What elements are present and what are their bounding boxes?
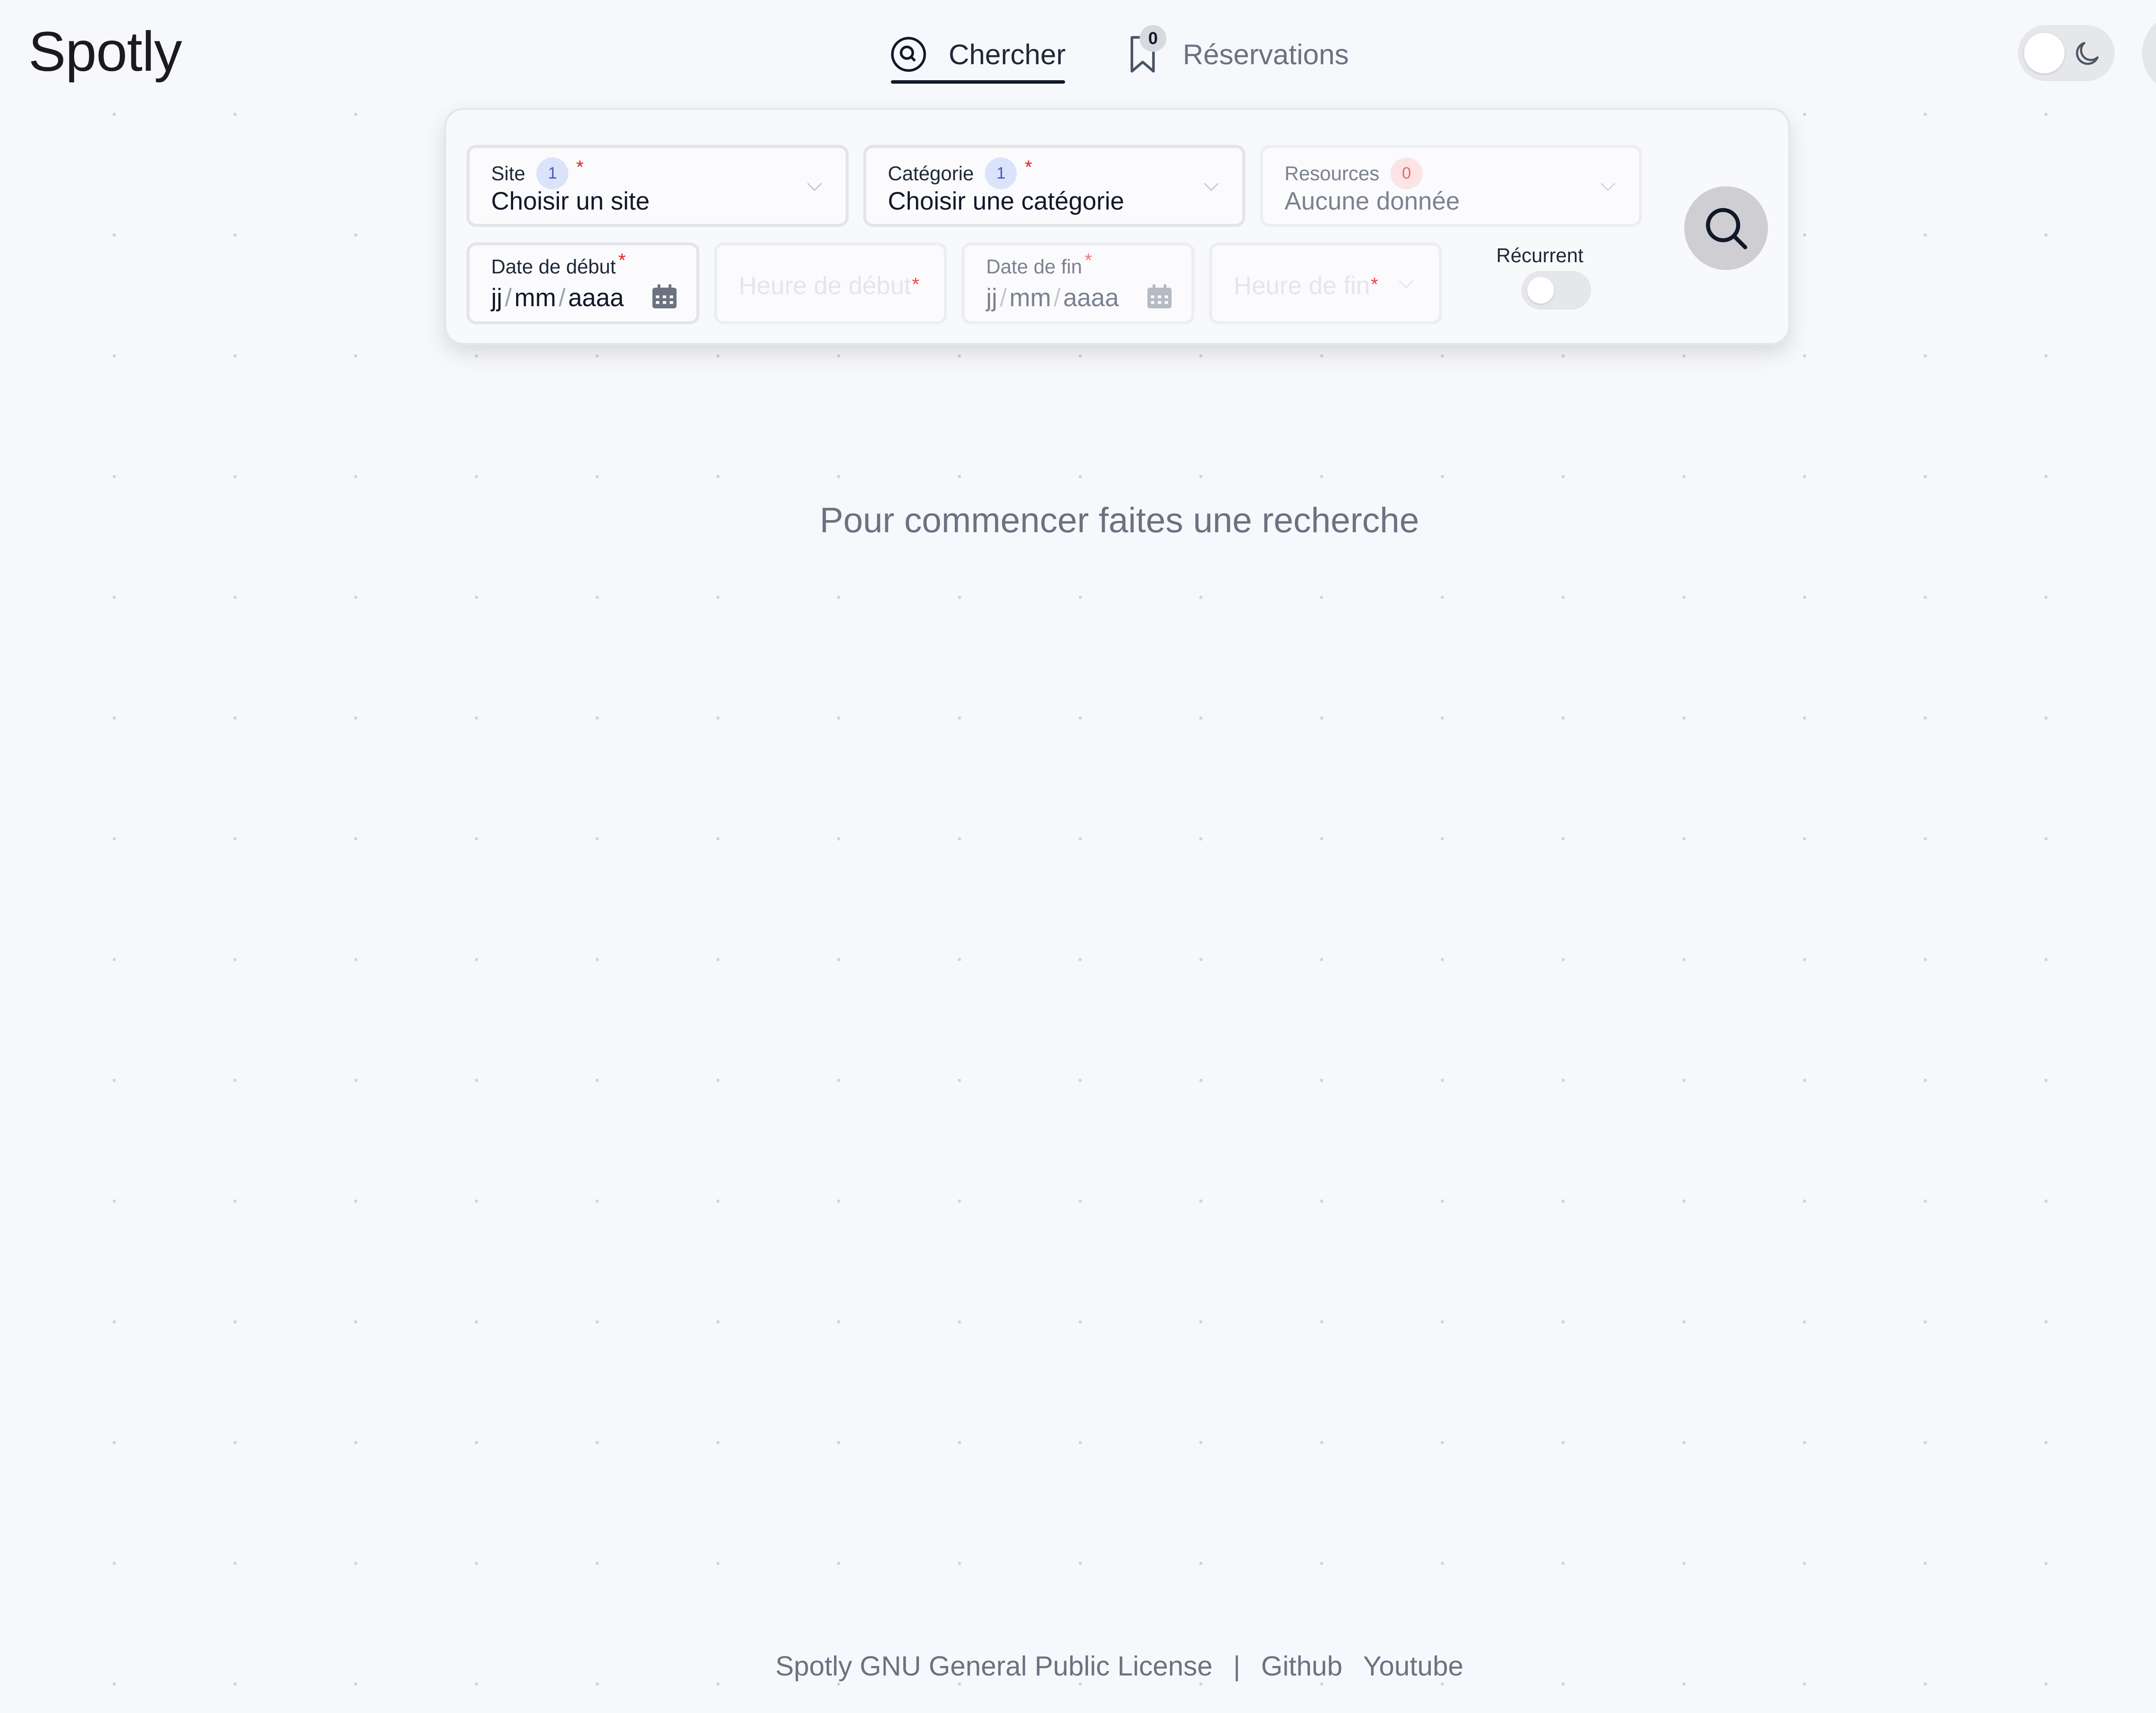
end-date-label-row: Date de fin * <box>986 250 1092 278</box>
end-date-value: jj / mm / aaaa <box>986 283 1119 312</box>
end-time-placeholder-text: Heure de fin <box>1234 272 1370 300</box>
end-date-day: jj <box>986 284 997 312</box>
date-separator: / <box>1000 284 1007 312</box>
chevron-down-icon <box>1398 280 1414 289</box>
start-time-select[interactable]: Heure de début* <box>714 242 947 324</box>
site-count-badge: 1 <box>536 157 569 189</box>
resources-label-row: Resources 0 <box>1285 157 1423 189</box>
reservations-count-badge: 0 <box>1140 25 1166 52</box>
calendar-icon[interactable] <box>1146 282 1173 310</box>
start-time-placeholder: Heure de début* <box>739 271 919 300</box>
end-date-year: aaaa <box>1063 284 1119 312</box>
app-logo[interactable]: Spotly <box>28 19 182 84</box>
required-marker: * <box>576 157 584 178</box>
site-label: Site <box>491 162 526 185</box>
start-date-day: jj <box>491 284 502 312</box>
required-marker: * <box>1084 250 1092 271</box>
start-date-input[interactable]: Date de début * jj / mm / aaaa <box>467 242 699 324</box>
active-tab-indicator <box>891 80 1065 84</box>
resources-count-badge: 0 <box>1390 157 1423 189</box>
chevron-down-icon <box>1203 182 1219 191</box>
footer-link-github[interactable]: Github <box>1261 1650 1343 1682</box>
end-date-label: Date de fin <box>986 255 1082 278</box>
date-separator: / <box>505 284 512 312</box>
calendar-icon[interactable] <box>651 282 678 310</box>
at-search-icon <box>891 37 926 72</box>
search-button[interactable] <box>1684 186 1768 270</box>
start-date-label: Date de début <box>491 255 616 278</box>
required-marker: * <box>912 274 919 295</box>
theme-toggle-knob <box>2024 33 2065 73</box>
end-time-select[interactable]: Heure de fin* <box>1209 242 1442 324</box>
empty-state-message: Pour commencer faites une recherche <box>819 501 1420 540</box>
end-date-input[interactable]: Date de fin * jj / mm / aaaa <box>962 242 1194 324</box>
theme-toggle[interactable] <box>2018 25 2115 81</box>
recurrent-label: Récurrent <box>1496 244 1583 267</box>
category-count-badge: 1 <box>985 157 1017 189</box>
start-date-value: jj / mm / aaaa <box>491 283 624 312</box>
resources-label: Resources <box>1285 162 1379 185</box>
tab-chercher-label: Chercher <box>949 38 1066 70</box>
footer-link-youtube[interactable]: Youtube <box>1363 1650 1463 1682</box>
category-select[interactable]: Catégorie 1 * Choisir une catégorie <box>863 145 1245 227</box>
required-marker: * <box>618 250 626 271</box>
search-icon <box>1706 208 1747 249</box>
start-date-year: aaaa <box>568 284 624 312</box>
start-date-label-row: Date de début * <box>491 250 626 278</box>
tab-chercher[interactable]: Chercher <box>889 20 1065 89</box>
category-value: Choisir une catégorie <box>888 187 1125 215</box>
site-select[interactable]: Site 1 * Choisir un site <box>467 145 849 227</box>
site-value: Choisir un site <box>491 187 650 215</box>
end-date-month: mm <box>1009 284 1051 312</box>
start-date-month: mm <box>514 284 556 312</box>
end-time-placeholder: Heure de fin* <box>1234 271 1378 300</box>
chevron-down-icon <box>1600 182 1616 191</box>
tab-reservations-label: Réservations <box>1183 38 1349 70</box>
recurrent-toggle[interactable] <box>1521 271 1591 310</box>
resources-value: Aucune donnée <box>1285 187 1460 215</box>
category-label-row: Catégorie 1 * <box>888 157 1032 189</box>
tab-reservations[interactable]: 0 Réservations <box>1123 20 1349 89</box>
site-label-row: Site 1 * <box>491 157 583 189</box>
required-marker: * <box>1025 157 1032 178</box>
footer-license: Spotly GNU General Public License <box>775 1650 1213 1682</box>
bookmark-icon-wrap: 0 <box>1123 25 1166 76</box>
start-time-placeholder-text: Heure de début <box>739 272 911 300</box>
recurrent-toggle-knob <box>1527 277 1554 304</box>
chevron-down-icon <box>807 182 822 191</box>
moon-icon <box>2076 42 2099 65</box>
footer-separator: | <box>1233 1650 1241 1682</box>
resources-select[interactable]: Resources 0 Aucune donnée <box>1260 145 1642 227</box>
date-separator: / <box>1053 284 1061 312</box>
required-marker: * <box>1370 274 1379 295</box>
category-label: Catégorie <box>888 162 974 185</box>
date-separator: / <box>558 284 566 312</box>
footer: Spotly GNU General Public License | Gith… <box>0 1650 2156 1682</box>
settings-button[interactable] <box>2142 12 2156 94</box>
